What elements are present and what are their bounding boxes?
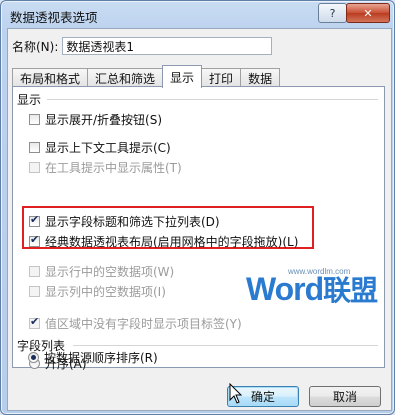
checkbox[interactable]	[29, 161, 40, 173]
option-label: 在工具提示中显示属性(T)	[45, 160, 182, 175]
option-show-item-labels[interactable]: 值区域中没有字段时显示项目标签(Y)	[29, 315, 242, 331]
tab-layout-format[interactable]: 布局和格式	[12, 68, 89, 87]
checkbox[interactable]	[29, 265, 40, 277]
display-group-title: 显示	[17, 93, 42, 107]
checkbox[interactable]	[29, 233, 40, 247]
checkbox[interactable]	[29, 315, 40, 329]
option-show-contextual-tooltips[interactable]: 显示上下文工具提示(C)	[29, 139, 171, 155]
checkbox[interactable]	[29, 285, 40, 297]
option-show-empty-columns[interactable]: 显示列中的空数据项(I)	[29, 283, 166, 299]
option-label: 显示字段标题和筛选下拉列表(D)	[45, 214, 220, 229]
watermark-brand: Word联盟	[246, 271, 378, 307]
close-button[interactable]: ✕	[346, 3, 390, 23]
dialog-title: 数据透视表选项	[10, 10, 98, 25]
radio-button[interactable]	[28, 351, 39, 363]
name-label: 名称(N):	[12, 39, 59, 54]
option-label: 显示上下文工具提示(C)	[45, 140, 171, 155]
radio-sort-data-source[interactable]: 按数据源顺序排序(R)	[28, 349, 158, 365]
option-classic-layout[interactable]: 经典数据透视表布局(启用网格中的字段拖放)(L)	[29, 233, 298, 249]
option-label: 显示列中的空数据项(I)	[45, 284, 166, 299]
display-tab-panel: 显示 显示展开/折叠按钮(S) 显示上下文工具提示(C) 在工具提示中显示属性(…	[12, 86, 385, 371]
option-show-field-captions[interactable]: 显示字段标题和筛选下拉列表(D)	[29, 213, 220, 229]
checkbox[interactable]	[29, 141, 40, 153]
option-label: 值区域中没有字段时显示项目标签(Y)	[45, 316, 242, 331]
tab-display[interactable]: 显示	[162, 65, 203, 88]
help-button[interactable]: ?	[318, 3, 347, 23]
name-row: 名称(N): 数据透视表1	[12, 36, 273, 56]
tab-strip: 布局和格式 汇总和筛选 显示 打印 数据	[12, 65, 281, 88]
cancel-button[interactable]: 取消	[309, 386, 381, 407]
option-label: 显示展开/折叠按钮(S)	[45, 112, 163, 127]
option-label: 显示行中的空数据项(W)	[45, 264, 175, 279]
display-group-divider	[47, 99, 378, 100]
dialog-window: 数据透视表选项 ? ✕ 名称(N): 数据透视表1 布局和格式 汇总和筛选 显示…	[0, 0, 395, 415]
option-label: 经典数据透视表布局(启用网格中的字段拖放)(L)	[45, 234, 299, 249]
dialog-body: 名称(N): 数据透视表1 布局和格式 汇总和筛选 显示 打印 数据 显示 显示…	[7, 28, 392, 411]
name-input[interactable]: 数据透视表1	[62, 37, 273, 55]
option-show-properties-in-tooltips[interactable]: 在工具提示中显示属性(T)	[29, 159, 182, 175]
option-show-empty-rows[interactable]: 显示行中的空数据项(W)	[29, 263, 174, 279]
mouse-cursor-icon	[229, 383, 243, 404]
checkbox[interactable]	[29, 213, 40, 227]
title-bar[interactable]: 数据透视表选项 ? ✕	[1, 1, 394, 29]
field-list-divider	[73, 345, 378, 346]
option-label: 按数据源顺序排序(R)	[44, 350, 158, 365]
tab-data[interactable]: 数据	[240, 68, 281, 87]
watermark-url: www.wordlm.com	[288, 267, 351, 276]
watermark-logo: Word联盟 www.wordlm.com	[246, 267, 378, 309]
tab-printing[interactable]: 打印	[201, 68, 242, 87]
checkbox[interactable]	[29, 113, 40, 125]
option-show-expand-collapse[interactable]: 显示展开/折叠按钮(S)	[29, 111, 162, 127]
tab-totals-filters[interactable]: 汇总和筛选	[87, 68, 164, 87]
